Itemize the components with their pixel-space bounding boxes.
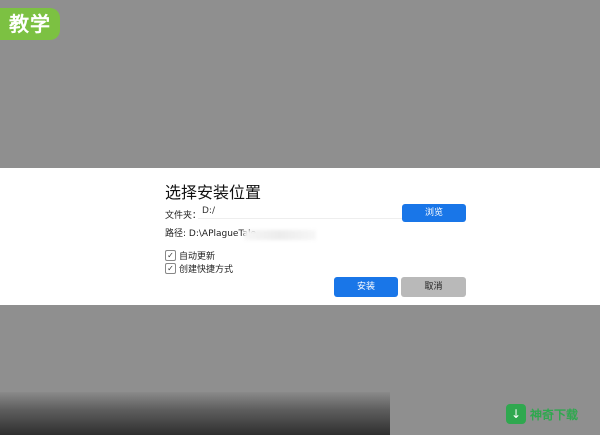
bottom-gradient-bar bbox=[0, 392, 390, 435]
folder-label: 文件夹： bbox=[165, 211, 202, 221]
tutorial-badge: 教学 bbox=[0, 8, 60, 40]
folder-input[interactable]: D:/ bbox=[198, 204, 404, 219]
path-redaction bbox=[244, 230, 316, 240]
browse-button[interactable]: 浏览 bbox=[402, 204, 466, 222]
download-logo-icon: ↓ bbox=[506, 404, 526, 424]
checkmark-icon[interactable]: ✓ bbox=[165, 250, 176, 261]
create-shortcut-checkbox[interactable]: ✓ 创建快捷方式 bbox=[165, 262, 233, 275]
path-label: 路径: bbox=[165, 229, 187, 239]
install-location-dialog: 选择安装位置 文件夹： D:/ 浏览 路径: D:\APlagueTale ✓ … bbox=[0, 168, 600, 305]
create-shortcut-label: 创建快捷方式 bbox=[179, 265, 234, 275]
auto-update-label: 自动更新 bbox=[179, 252, 216, 262]
auto-update-checkbox[interactable]: ✓ 自动更新 bbox=[165, 249, 215, 262]
cancel-button[interactable]: 取消 bbox=[401, 277, 466, 297]
path-row: 路径: D:\APlagueTale bbox=[165, 226, 256, 239]
dialog-title: 选择安装位置 bbox=[165, 183, 262, 202]
install-button[interactable]: 安装 bbox=[334, 277, 398, 297]
watermark-text: 神奇下载 bbox=[530, 407, 579, 422]
checkmark-icon[interactable]: ✓ bbox=[165, 263, 176, 274]
site-watermark: ↓ 神奇下载 bbox=[506, 400, 596, 428]
